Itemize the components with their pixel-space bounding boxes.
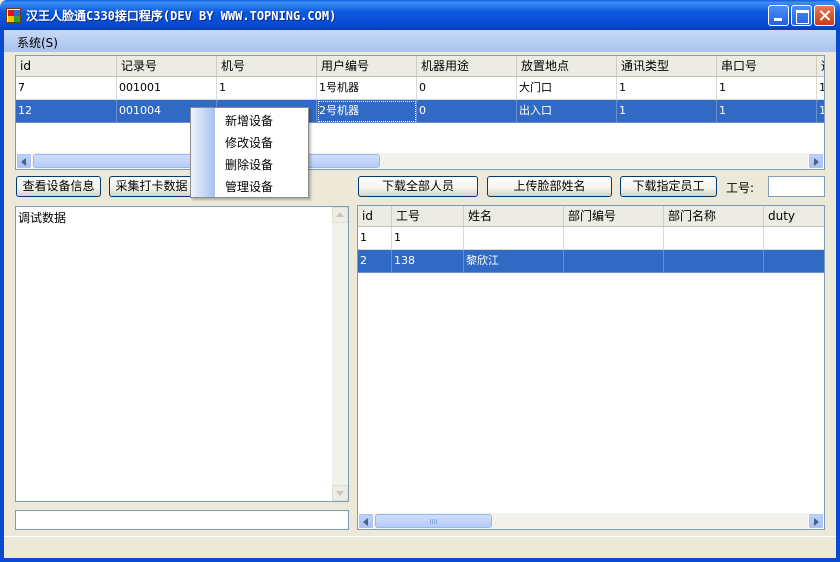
cell-id[interactable]: 1 xyxy=(358,227,392,250)
cell-duty[interactable] xyxy=(764,227,824,250)
cell-machine-use[interactable]: 0 xyxy=(417,77,517,100)
cell-employee-no[interactable]: 138 xyxy=(392,250,464,273)
scroll-right-arrow-icon[interactable] xyxy=(808,153,824,169)
column-header-duty[interactable]: duty xyxy=(764,206,824,226)
cell-comm-type[interactable]: 1 xyxy=(617,77,717,100)
column-header-dept-no[interactable]: 部门编号 xyxy=(564,206,664,226)
scroll-left-arrow-icon[interactable] xyxy=(16,153,32,169)
upload-face-name-button[interactable]: 上传脸部姓名 xyxy=(487,176,612,197)
cell-more[interactable]: 1 xyxy=(817,77,824,100)
scroll-thumb[interactable] xyxy=(375,514,492,528)
column-header-comm-type[interactable]: 通讯类型 xyxy=(617,56,717,76)
cell-dept-name[interactable] xyxy=(664,250,764,273)
column-header-name[interactable]: 姓名 xyxy=(464,206,564,226)
table-row[interactable]: 7 001001 1 1号机器 0 大门口 1 1 1 xyxy=(16,77,824,100)
cell-duty[interactable] xyxy=(764,250,824,273)
cell-record-no[interactable]: 001001 xyxy=(117,77,217,100)
table-row-selected[interactable]: 2 138 黎欣江 xyxy=(358,250,824,273)
menu-item-manage-device[interactable]: 管理设备 xyxy=(225,178,273,195)
menu-system[interactable]: 系统(S) xyxy=(17,34,58,51)
window-title: 汉王人脸通C330接口程序(DEV BY WWW.TOPNING.COM) xyxy=(26,9,337,23)
cell-comm-type[interactable]: 1 xyxy=(617,100,717,123)
column-header-user-no[interactable]: 用户编号 xyxy=(317,56,417,76)
menu-bar: 系统(S) xyxy=(4,30,836,52)
collect-punch-data-button[interactable]: 采集打卡数据 xyxy=(109,176,194,197)
cell-name[interactable]: 黎欣江 xyxy=(464,250,564,273)
window-frame-right xyxy=(836,30,840,562)
app-icon[interactable] xyxy=(6,8,21,23)
download-all-staff-button[interactable]: 下载全部人员 xyxy=(358,176,478,197)
menu-item-delete-device[interactable]: 删除设备 xyxy=(225,156,273,173)
cell-machine-no[interactable]: 1 xyxy=(217,77,317,100)
cell-id[interactable]: 2 xyxy=(358,250,392,273)
cell-dept-no[interactable] xyxy=(564,227,664,250)
download-specified-employee-button[interactable]: 下载指定员工 xyxy=(620,176,717,197)
employee-grid[interactable]: id 工号 姓名 部门编号 部门名称 duty 1 1 2 138 黎欣江 xyxy=(357,205,825,530)
cell-id[interactable]: 7 xyxy=(16,77,117,100)
table-row-selected[interactable]: 12 001004 2号机器 0 出入口 1 1 1 xyxy=(16,100,824,123)
minimize-button[interactable] xyxy=(768,5,789,26)
debug-textarea[interactable]: 调试数据 xyxy=(15,206,349,502)
cell-serial-port[interactable]: 1 xyxy=(717,77,817,100)
column-header-id[interactable]: id xyxy=(358,206,392,226)
window-frame-bottom xyxy=(0,558,840,562)
scroll-right-arrow-icon[interactable] xyxy=(808,513,824,529)
cell-name[interactable] xyxy=(464,227,564,250)
maximize-button[interactable] xyxy=(791,5,812,26)
scroll-up-arrow-icon[interactable] xyxy=(332,207,348,223)
scroll-down-arrow-icon[interactable] xyxy=(332,485,348,501)
title-bar[interactable]: 汉王人脸通C330接口程序(DEV BY WWW.TOPNING.COM) xyxy=(0,0,840,30)
cell-more[interactable]: 1 xyxy=(817,100,824,123)
cell-machine-use[interactable]: 0 xyxy=(417,100,517,123)
bottom-left-input[interactable] xyxy=(15,510,349,530)
column-header-id[interactable]: id xyxy=(16,56,117,76)
status-bar xyxy=(4,536,836,558)
close-button[interactable] xyxy=(814,5,835,26)
column-header-employee-no[interactable]: 工号 xyxy=(392,206,464,226)
cell-id[interactable]: 12 xyxy=(16,100,117,123)
employee-no-label: 工号: xyxy=(726,181,755,195)
device-grid[interactable]: id 记录号 机号 用户编号 机器用途 放置地点 通讯类型 串口号 通 7 00… xyxy=(15,55,825,170)
view-device-info-button[interactable]: 查看设备信息 xyxy=(16,176,101,197)
cell-dept-name[interactable] xyxy=(664,227,764,250)
table-row[interactable]: 1 1 xyxy=(358,227,824,250)
cell-dept-no[interactable] xyxy=(564,250,664,273)
window-frame-left xyxy=(0,30,4,562)
column-header-serial-port[interactable]: 串口号 xyxy=(717,56,817,76)
column-header-machine-no[interactable]: 机号 xyxy=(217,56,317,76)
debug-vscrollbar[interactable] xyxy=(332,207,348,501)
menu-item-add-device[interactable]: 新增设备 xyxy=(225,112,273,129)
menu-item-edit-device[interactable]: 修改设备 xyxy=(225,134,273,151)
column-header-location[interactable]: 放置地点 xyxy=(517,56,617,76)
cell-location[interactable]: 大门口 xyxy=(517,77,617,100)
debug-text: 调试数据 xyxy=(18,211,67,225)
employee-no-input[interactable] xyxy=(768,176,825,197)
cell-user-no-focused[interactable]: 2号机器 xyxy=(317,100,417,123)
column-header-more[interactable]: 通 xyxy=(817,56,824,76)
context-menu-icon-strip xyxy=(191,108,215,197)
cell-user-no[interactable]: 1号机器 xyxy=(317,77,417,100)
column-header-machine-use[interactable]: 机器用途 xyxy=(417,56,517,76)
scroll-left-arrow-icon[interactable] xyxy=(358,513,374,529)
device-context-menu: 新增设备 修改设备 删除设备 管理设备 xyxy=(190,107,309,198)
employee-grid-hscrollbar[interactable] xyxy=(358,513,824,529)
cell-serial-port[interactable]: 1 xyxy=(717,100,817,123)
device-grid-header: id 记录号 机号 用户编号 机器用途 放置地点 通讯类型 串口号 通 xyxy=(16,56,824,77)
employee-grid-header: id 工号 姓名 部门编号 部门名称 duty xyxy=(358,206,824,227)
cell-location[interactable]: 出入口 xyxy=(517,100,617,123)
column-header-dept-name[interactable]: 部门名称 xyxy=(664,206,764,226)
column-header-record-no[interactable]: 记录号 xyxy=(117,56,217,76)
cell-employee-no[interactable]: 1 xyxy=(392,227,464,250)
device-grid-hscrollbar[interactable] xyxy=(16,153,824,169)
